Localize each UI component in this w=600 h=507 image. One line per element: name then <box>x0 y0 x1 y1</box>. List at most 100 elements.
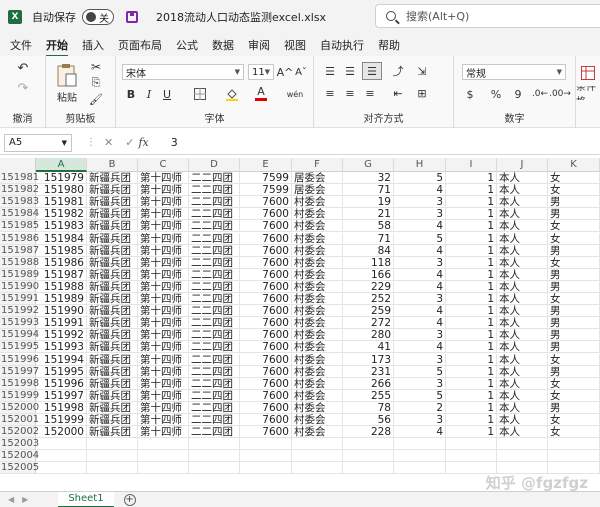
cell-b[interactable]: 新疆兵团 <box>87 208 138 220</box>
align-bottom-icon[interactable]: ☰ <box>362 62 382 80</box>
cell-a[interactable]: 151996 <box>36 377 87 389</box>
cell-k[interactable]: 女 <box>548 377 600 389</box>
cell-a[interactable]: 151989 <box>36 293 87 305</box>
cell-e[interactable] <box>240 450 292 462</box>
cell-b[interactable]: 新疆兵团 <box>87 280 138 292</box>
cell-f[interactable]: 居委会 <box>292 172 343 184</box>
undo-icon[interactable]: ↶ <box>14 60 32 76</box>
cell-e[interactable]: 7600 <box>240 232 292 244</box>
cell-e[interactable]: 7600 <box>240 317 292 329</box>
cell-j[interactable]: 本人 <box>497 244 548 256</box>
cell-h[interactable]: 5 <box>394 172 446 184</box>
cell-f[interactable]: 村委会 <box>292 389 343 401</box>
cell-b[interactable]: 新疆兵团 <box>87 317 138 329</box>
cell-c[interactable]: 第十四师 <box>138 220 189 232</box>
cell-e[interactable] <box>240 438 292 450</box>
cell-h[interactable]: 3 <box>394 329 446 341</box>
cell-b[interactable]: 新疆兵团 <box>87 256 138 268</box>
cell-k[interactable]: 女 <box>548 414 600 426</box>
row-header[interactable]: 151993 <box>0 317 39 329</box>
row-header[interactable]: 151988 <box>0 256 39 268</box>
cell-d[interactable]: 二二四团 <box>189 353 240 365</box>
cell-i[interactable]: 1 <box>446 401 497 413</box>
cell-b[interactable] <box>87 438 138 450</box>
cell-b[interactable]: 新疆兵团 <box>87 426 138 438</box>
cell-c[interactable]: 第十四师 <box>138 244 189 256</box>
row-header[interactable]: 152000 <box>0 401 39 413</box>
cell-i[interactable]: 1 <box>446 280 497 292</box>
scroll-left-icon[interactable]: ◀ <box>8 495 14 504</box>
cell-j[interactable]: 本人 <box>497 305 548 317</box>
cell-c[interactable]: 第十四师 <box>138 280 189 292</box>
cell-c[interactable] <box>138 462 189 474</box>
cell-d[interactable]: 二二四团 <box>189 172 240 184</box>
cell-i[interactable]: 1 <box>446 208 497 220</box>
cell-k[interactable]: 男 <box>548 365 600 377</box>
percent-button[interactable]: % <box>488 86 504 102</box>
row-header[interactable]: 152003 <box>0 438 39 450</box>
pinyin-button[interactable]: wén <box>284 86 306 102</box>
cell-i[interactable]: 1 <box>446 317 497 329</box>
cell-b[interactable]: 新疆兵团 <box>87 293 138 305</box>
cell-f[interactable]: 村委会 <box>292 341 343 353</box>
cell-h[interactable]: 4 <box>394 280 446 292</box>
paste-button[interactable] <box>54 60 80 90</box>
cell-d[interactable]: 二二四团 <box>189 256 240 268</box>
cell-c[interactable]: 第十四师 <box>138 365 189 377</box>
cell-c[interactable]: 第十四师 <box>138 317 189 329</box>
cell-c[interactable]: 第十四师 <box>138 401 189 413</box>
tab-automate[interactable]: 自动执行 <box>320 37 364 53</box>
cell-f[interactable]: 村委会 <box>292 414 343 426</box>
cell-a[interactable] <box>36 450 87 462</box>
cell-a[interactable]: 151997 <box>36 389 87 401</box>
cell-g[interactable]: 266 <box>343 377 394 389</box>
font-size-dropdown[interactable]: 11 ▼ <box>248 64 274 80</box>
align-middle-icon[interactable]: ☰ <box>342 64 358 78</box>
cell-b[interactable]: 新疆兵团 <box>87 220 138 232</box>
row-header[interactable]: 151984 <box>0 208 39 220</box>
tab-home[interactable]: 开始 <box>46 37 68 57</box>
cell-e[interactable]: 7600 <box>240 280 292 292</box>
row-header[interactable]: 151981 <box>0 172 39 184</box>
cell-g[interactable]: 229 <box>343 280 394 292</box>
tab-insert[interactable]: 插入 <box>82 37 104 53</box>
cell-f[interactable]: 村委会 <box>292 401 343 413</box>
cell-a[interactable]: 151992 <box>36 329 87 341</box>
cell-i[interactable]: 1 <box>446 389 497 401</box>
cell-j[interactable]: 本人 <box>497 341 548 353</box>
cell-g[interactable]: 259 <box>343 305 394 317</box>
cell-i[interactable]: 1 <box>446 305 497 317</box>
cell-k[interactable]: 女 <box>548 353 600 365</box>
cell-c[interactable]: 第十四师 <box>138 389 189 401</box>
column-header-e[interactable]: E <box>240 158 292 172</box>
column-header-j[interactable]: J <box>497 158 548 172</box>
cell-b[interactable]: 新疆兵团 <box>87 196 138 208</box>
row-header[interactable]: 151995 <box>0 341 39 353</box>
cell-j[interactable]: 本人 <box>497 353 548 365</box>
cell-d[interactable]: 二二四团 <box>189 268 240 280</box>
cell-h[interactable]: 5 <box>394 389 446 401</box>
cell-b[interactable] <box>87 462 138 474</box>
save-icon[interactable] <box>126 11 138 23</box>
cell-e[interactable]: 7600 <box>240 220 292 232</box>
cell-d[interactable] <box>189 462 240 474</box>
cell-j[interactable]: 本人 <box>497 426 548 438</box>
cell-i[interactable]: 1 <box>446 426 497 438</box>
cell-a[interactable]: 151994 <box>36 353 87 365</box>
row-header[interactable]: 152004 <box>0 450 39 462</box>
cell-j[interactable]: 本人 <box>497 172 548 184</box>
cell-h[interactable]: 4 <box>394 426 446 438</box>
row-header[interactable]: 151985 <box>0 220 39 232</box>
add-sheet-icon[interactable]: + <box>123 493 136 506</box>
cell-c[interactable]: 第十四师 <box>138 293 189 305</box>
grow-font-button[interactable]: A^ <box>277 64 294 80</box>
cell-c[interactable]: 第十四师 <box>138 256 189 268</box>
cell-e[interactable]: 7600 <box>240 414 292 426</box>
cell-h[interactable]: 4 <box>394 341 446 353</box>
cell-i[interactable]: 1 <box>446 353 497 365</box>
borders-icon[interactable] <box>192 86 208 102</box>
cell-g[interactable]: 118 <box>343 256 394 268</box>
italic-button[interactable]: I <box>142 86 156 102</box>
cell-c[interactable]: 第十四师 <box>138 329 189 341</box>
cell-k[interactable]: 女 <box>548 220 600 232</box>
